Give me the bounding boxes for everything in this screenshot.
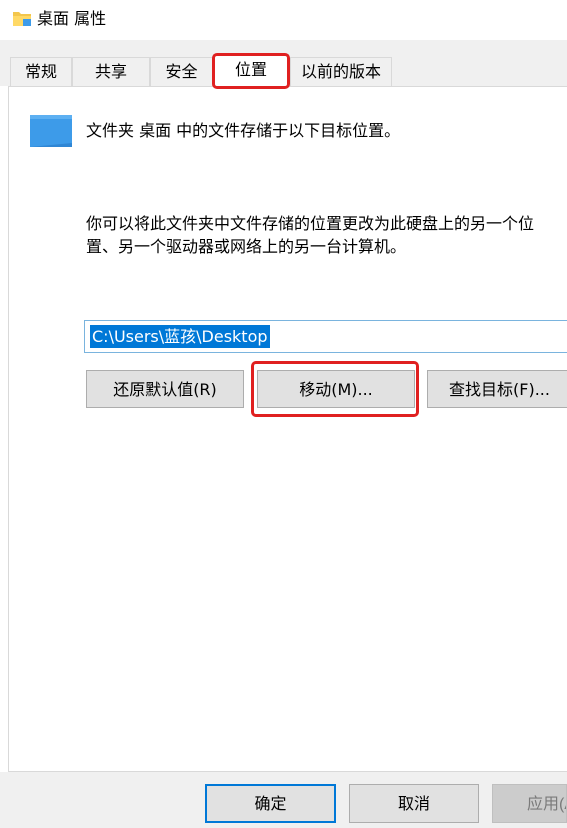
location-panel bbox=[8, 86, 567, 772]
folder-icon bbox=[13, 12, 31, 26]
tab-previous-versions[interactable]: 以前的版本 bbox=[290, 57, 392, 86]
cancel-button[interactable]: 取消 bbox=[349, 784, 479, 823]
path-input[interactable]: C:\Users\蓝孩\Desktop bbox=[84, 320, 567, 353]
tab-location-highlight bbox=[212, 53, 290, 89]
path-value: C:\Users\蓝孩\Desktop bbox=[90, 325, 270, 348]
description-line-1: 你可以将此文件夹中文件存储的位置更改为此硬盘上的另一个位 bbox=[86, 214, 535, 233]
window-title: 桌面 属性 bbox=[37, 9, 107, 28]
tab-sharing[interactable]: 共享 bbox=[72, 57, 150, 86]
tab-security[interactable]: 安全 bbox=[150, 57, 213, 86]
apply-button[interactable]: 应用(A) bbox=[492, 784, 567, 823]
tab-general[interactable]: 常规 bbox=[10, 57, 72, 86]
location-info-text: 文件夹 桌面 中的文件存储于以下目标位置。 bbox=[86, 121, 401, 140]
find-target-button[interactable]: 查找目标(F)... bbox=[427, 370, 567, 408]
title-bar: 桌面 属性 bbox=[0, 0, 567, 40]
desktop-folder-icon bbox=[30, 115, 72, 147]
move-button-highlight bbox=[251, 361, 419, 417]
restore-default-button[interactable]: 还原默认值(R) bbox=[86, 370, 244, 408]
ok-button[interactable]: 确定 bbox=[205, 784, 336, 823]
location-description: 你可以将此文件夹中文件存储的位置更改为此硬盘上的另一个位 置、另一个驱动器或网络… bbox=[86, 212, 566, 258]
description-line-2: 置、另一个驱动器或网络上的另一台计算机。 bbox=[86, 237, 407, 256]
